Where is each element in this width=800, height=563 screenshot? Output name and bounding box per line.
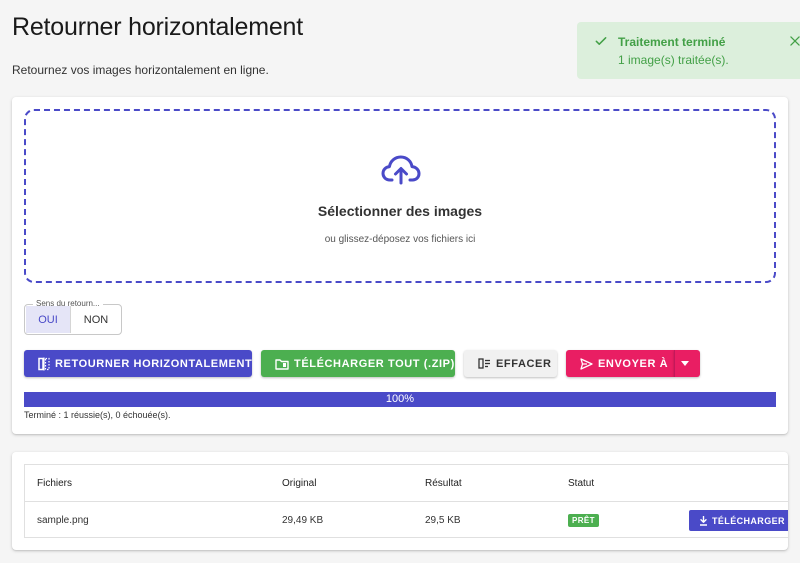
clear-label: EFFACER — [496, 357, 552, 370]
caret-down-icon — [681, 361, 689, 366]
dropzone-title: Sélectionner des images — [317, 203, 483, 219]
toggle-oui[interactable]: OUI — [26, 306, 71, 333]
cloud-upload-icon — [381, 155, 421, 185]
flip-horizontal-icon — [38, 357, 50, 370]
progress-percent: 100% — [385, 393, 415, 405]
file-name: sample.png — [37, 515, 89, 526]
page-subtitle: Retournez vos images horizontalement en … — [12, 63, 269, 77]
toast-message: 1 image(s) traitée(s). — [618, 53, 729, 67]
files-card: Fichiers Original Résultat Statut sample… — [12, 452, 788, 550]
check-icon — [595, 37, 607, 45]
file-download-label: TÉLÉCHARGER — [712, 515, 785, 526]
progress-bar: 100% — [24, 392, 776, 407]
header-result: Résultat — [425, 478, 462, 489]
header-status: Statut — [568, 478, 595, 489]
header-files: Fichiers — [37, 478, 73, 489]
toast-title: Traitement terminé — [618, 35, 726, 49]
upload-card: Sélectionner des images ou glissez-dépos… — [12, 97, 788, 434]
toggle-non[interactable]: NON — [72, 306, 120, 333]
files-table: Fichiers Original Résultat Statut sample… — [24, 464, 788, 538]
send-icon — [580, 357, 593, 370]
flip-horizontal-button[interactable]: RETOURNER HORIZONTALEMENT — [24, 350, 252, 377]
file-download-button[interactable]: TÉLÉCHARGER — [689, 510, 788, 531]
dropzone-hint: ou glissez-déposez vos fichiers ici — [324, 234, 476, 245]
table-header-row: Fichiers Original Résultat Statut — [25, 465, 788, 502]
download-all-zip-label: TÉLÉCHARGER TOUT (.ZIP) — [294, 357, 455, 370]
close-icon[interactable] — [788, 34, 800, 48]
file-result-size: 29,5 KB — [425, 515, 461, 526]
folder-zip-icon — [275, 358, 289, 370]
status-badge: PRÊT — [568, 514, 599, 527]
send-to-button[interactable]: ENVOYER À — [566, 350, 674, 377]
progress-status: Terminé : 1 réussie(s), 0 échouée(s). — [24, 410, 171, 420]
table-row: sample.png 29,49 KB 29,5 KB PRÊT TÉLÉCHA… — [25, 502, 788, 537]
success-toast: Traitement terminé 1 image(s) traitée(s)… — [577, 22, 800, 79]
page-title: Retourner horizontalement — [12, 13, 303, 41]
download-icon — [700, 515, 707, 526]
header-original: Original — [282, 478, 317, 489]
image-dropzone[interactable]: Sélectionner des images ou glissez-dépos… — [24, 109, 776, 283]
send-to-label: ENVOYER À — [598, 357, 669, 370]
download-all-zip-button[interactable]: TÉLÉCHARGER TOUT (.ZIP) — [261, 350, 455, 377]
direction-toggle-group: Sens du retourn... OUI NON — [24, 299, 122, 335]
flip-horizontal-label: RETOURNER HORIZONTALEMENT — [55, 357, 253, 370]
clear-list-icon — [478, 358, 490, 369]
file-original-size: 29,49 KB — [282, 515, 324, 526]
clear-button[interactable]: EFFACER — [464, 350, 557, 377]
send-to-dropdown-button[interactable] — [674, 350, 700, 377]
